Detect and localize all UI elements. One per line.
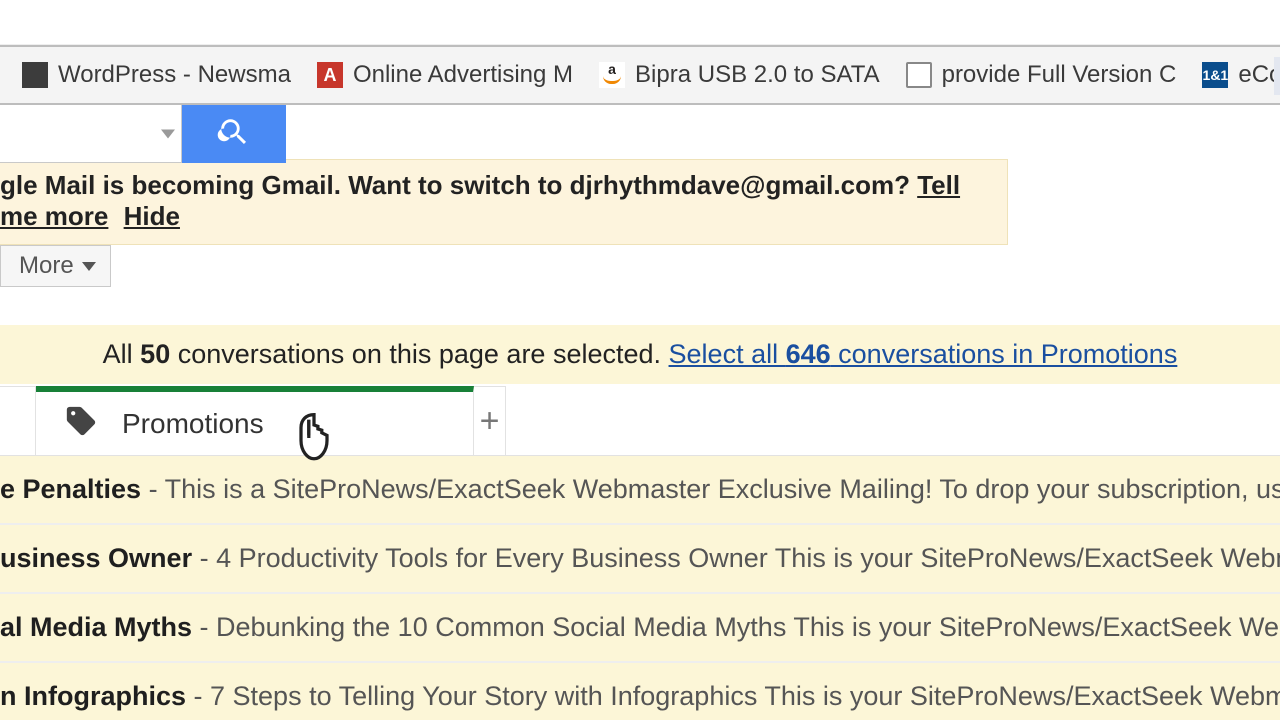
email-subject: n Infographics bbox=[0, 681, 186, 711]
browser-tab-label: provide Full Version C bbox=[942, 61, 1177, 89]
browser-tab-label: eCommerce website bbox=[1238, 61, 1280, 89]
favicon-ecommerce-icon: 1&1 bbox=[1202, 62, 1228, 88]
total-count: 646 bbox=[786, 339, 831, 369]
caret-down-icon bbox=[82, 262, 96, 271]
selection-text: All bbox=[103, 339, 141, 369]
email-snippet: - This is a SiteProNews/ExactSeek Webmas… bbox=[141, 474, 1280, 504]
email-row[interactable]: usiness Owner - 4 Productivity Tools for… bbox=[0, 525, 1280, 594]
search-row bbox=[0, 105, 1280, 163]
add-category-button[interactable]: + bbox=[474, 386, 506, 455]
favicon-wordpress-icon bbox=[22, 62, 48, 88]
page-count: 50 bbox=[140, 339, 170, 369]
browser-tab-label: WordPress - Newsma bbox=[58, 61, 291, 89]
plus-icon: + bbox=[480, 402, 500, 441]
search-icon bbox=[217, 115, 251, 154]
tab-promotions[interactable]: Promotions bbox=[36, 386, 474, 455]
favicon-document-icon bbox=[906, 62, 932, 88]
search-options-caret-icon[interactable] bbox=[161, 129, 175, 138]
email-subject: al Media Myths bbox=[0, 612, 192, 642]
banner-text: gle Mail is becoming Gmail. Want to swit… bbox=[0, 170, 917, 200]
email-snippet: - Debunking the 10 Common Social Media M… bbox=[192, 612, 1280, 642]
email-subject: usiness Owner bbox=[0, 543, 192, 573]
category-tab-stub[interactable] bbox=[0, 386, 36, 455]
favicon-amazon-icon: a bbox=[599, 62, 625, 88]
browser-tab[interactable]: WordPress - Newsma bbox=[14, 55, 309, 95]
email-list: e Penalties - This is a SiteProNews/Exac… bbox=[0, 456, 1280, 720]
browser-tab[interactable]: provide Full Version C bbox=[898, 55, 1195, 95]
email-subject: e Penalties bbox=[0, 474, 141, 504]
hide-banner-link[interactable]: Hide bbox=[124, 201, 180, 231]
gmail-switch-banner: gle Mail is becoming Gmail. Want to swit… bbox=[0, 159, 1008, 245]
video-top-blank bbox=[0, 0, 1280, 45]
more-button[interactable]: More bbox=[0, 245, 111, 287]
email-snippet: - 7 Steps to Telling Your Story with Inf… bbox=[186, 681, 1280, 711]
email-row[interactable]: al Media Myths - Debunking the 10 Common… bbox=[0, 594, 1280, 663]
browser-tab[interactable]: 1&1 eCommerce website bbox=[1194, 55, 1280, 95]
category-tabs: Promotions + bbox=[0, 386, 1280, 456]
browser-tab[interactable]: a Bipra USB 2.0 to SATA bbox=[591, 55, 898, 95]
select-all-link[interactable]: Select all 646 conversations in Promotio… bbox=[669, 339, 1178, 369]
category-label: Promotions bbox=[122, 408, 264, 440]
search-input[interactable] bbox=[0, 105, 182, 163]
browser-tab[interactable]: A Online Advertising M bbox=[309, 55, 591, 95]
more-button-label: More bbox=[19, 252, 74, 280]
favicon-a-icon: A bbox=[317, 62, 343, 88]
browser-tab-label: Bipra USB 2.0 to SATA bbox=[635, 61, 880, 89]
browser-tab-strip: WordPress - Newsma A Online Advertising … bbox=[0, 45, 1280, 105]
search-button[interactable] bbox=[182, 105, 286, 163]
selection-text: conversations on this page are selected. bbox=[170, 339, 668, 369]
tag-icon bbox=[64, 404, 98, 443]
email-row[interactable]: e Penalties - This is a SiteProNews/Exac… bbox=[0, 456, 1280, 525]
selection-banner: All 50 conversations on this page are se… bbox=[0, 325, 1280, 384]
browser-tab-label: Online Advertising M bbox=[353, 61, 573, 89]
email-snippet: - 4 Productivity Tools for Every Busines… bbox=[192, 543, 1280, 573]
email-row[interactable]: n Infographics - 7 Steps to Telling Your… bbox=[0, 663, 1280, 720]
